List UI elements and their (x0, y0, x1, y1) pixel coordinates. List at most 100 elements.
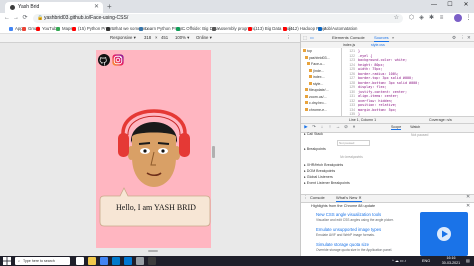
speech-text: Hello, I am YASH BRID (116, 203, 196, 212)
tab-more[interactable]: » (392, 34, 394, 41)
tab-console[interactable]: Console (350, 34, 365, 41)
file-tree-label: Face-u... (311, 62, 326, 66)
forward-icon[interactable]: → (12, 13, 20, 24)
drawer-tab-whats-new[interactable]: What's New ✕ (336, 194, 362, 202)
input-language[interactable]: ENG (422, 256, 430, 266)
bookmark-favicon-icon (106, 26, 110, 31)
folder-icon (305, 107, 308, 111)
bookmark-star-icon[interactable]: ☆ (394, 14, 399, 23)
resume-icon[interactable]: ▶ (303, 124, 309, 130)
whats-new-description: Override storage quota size in the Appli… (316, 248, 393, 252)
mail-icon[interactable] (136, 257, 144, 265)
file-tree-item[interactable]: top (303, 49, 312, 54)
taskbar-clock[interactable]: 16:16 30-03-2021 (436, 256, 466, 266)
file-tree-item[interactable]: fileupdate/... (305, 88, 329, 93)
close-window-button[interactable]: ✕ (458, 0, 474, 11)
drawer-close-icon[interactable]: ✕ (466, 194, 470, 201)
bookmark-favicon-icon (283, 26, 287, 31)
file-tree-item[interactable]: yashbrid03... (305, 56, 330, 61)
bookmark-item[interactable]: Job/Automatation (318, 24, 357, 33)
bookmark-favicon-icon (56, 26, 60, 31)
search-icon: ⌕ (18, 259, 21, 263)
height-input[interactable]: 451 (161, 34, 168, 42)
bookmark-item[interactable]: Maps (56, 24, 73, 33)
folder-icon (309, 68, 312, 72)
bookmark-label: Job/Automatation (324, 26, 358, 31)
profile-avatar[interactable] (454, 14, 462, 22)
devtools-close-icon[interactable]: ✕ (467, 34, 471, 41)
debugger-section-header[interactable]: ▸ Global Listeners (304, 175, 333, 181)
devtools-menu-icon[interactable]: ⋮ (460, 34, 465, 41)
debugger-section-header[interactable]: ▸ XHR/fetch Breakpoints (304, 163, 343, 169)
code-line[interactable]: margin-bottom: 5px; (358, 108, 397, 113)
no-breakpoints-note: No breakpoints (340, 155, 363, 159)
step-icon[interactable]: → (335, 124, 341, 130)
inspect-icon[interactable]: ⬚ (303, 34, 307, 41)
file-tree-item[interactable]: chrome-e... (305, 108, 327, 113)
debugger-section-header[interactable]: ▸ Breakpoints (304, 147, 326, 153)
throttle-select[interactable]: Online ▾ (196, 34, 212, 42)
step-into-icon[interactable]: ↓ (319, 124, 325, 130)
file-tree-item[interactable]: style... (309, 82, 323, 87)
step-over-icon[interactable]: ↷ (311, 124, 317, 130)
chrome-icon[interactable] (100, 257, 108, 265)
browser-tab[interactable]: Yash Brid ✕ (5, 2, 103, 13)
resize-handle-right[interactable] (212, 146, 215, 158)
extension-icon[interactable]: ◈ (417, 14, 426, 23)
debugger-section-header[interactable]: ▸ Event Listener Breakpoints (304, 181, 350, 187)
extensions-puzzle-icon[interactable]: ✱ (427, 14, 436, 23)
file-tree-label: zoom.us/... (309, 94, 327, 99)
settings-gear-icon[interactable]: ⚙ (452, 34, 456, 41)
windows-start-icon[interactable] (3, 257, 11, 265)
file-tree-item[interactable]: (inde... (309, 69, 324, 74)
tab-elements[interactable]: Elements (332, 34, 349, 41)
play-icon[interactable] (436, 226, 452, 242)
vscode-icon[interactable] (112, 257, 120, 265)
address-bar[interactable]: 🔒 yashbrid03.github.io/Face-using-CSS/ ☆ (33, 14, 403, 23)
new-tab-button[interactable]: + (107, 2, 112, 12)
drawer-tab-console[interactable]: Console (310, 194, 325, 201)
file-tree-item[interactable]: c.dny.bro... (305, 101, 327, 106)
reload-icon[interactable]: ⟳ (21, 13, 29, 24)
taskbar-search-input[interactable]: ⌕ Type here to search (15, 257, 70, 265)
debugger-section-header[interactable]: ▸ DOM Breakpoints (304, 169, 335, 175)
device-select[interactable]: Responsive ▾ (110, 34, 136, 42)
folder-icon (305, 88, 308, 92)
file-explorer-icon[interactable] (88, 257, 96, 265)
pause-exceptions-icon[interactable]: ⏸ (351, 124, 357, 130)
task-view-icon[interactable] (76, 257, 84, 265)
deactivate-breakpoints-icon[interactable]: ⊘ (343, 124, 349, 130)
tab-sources[interactable]: Sources (374, 34, 389, 42)
extension-icon[interactable]: ⬡ (407, 14, 416, 23)
minimize-button[interactable]: — (426, 0, 442, 11)
folder-icon (305, 101, 308, 105)
store-icon[interactable] (124, 257, 132, 265)
file-tree-item[interactable]: index... (309, 75, 325, 80)
device-options-icon[interactable]: ⋮ (286, 34, 290, 42)
file-tree-item[interactable]: zoom.us/... (305, 95, 327, 100)
file-tree-item[interactable]: Face-u... (307, 62, 325, 67)
device-toolbar: Responsive ▾ 318 × 451 100% ▾ Online ▾ ⋮ (0, 34, 300, 43)
close-tab-icon[interactable]: ✕ (94, 2, 99, 13)
zoom-select[interactable]: 100% ▾ (175, 34, 189, 42)
github-icon[interactable] (98, 54, 110, 66)
width-input[interactable]: 318 (144, 34, 151, 42)
tray-icons[interactable]: ^ ☁ ▭ ♪ (392, 256, 406, 266)
scope-watch-tabs: Scope Watch (391, 124, 420, 130)
maximize-button[interactable]: ☐ (442, 0, 458, 11)
terminal-icon[interactable] (148, 257, 156, 265)
debugger-section-header[interactable]: ▸ Call Stack (304, 132, 323, 138)
notifications-icon[interactable]: ▤ (466, 256, 470, 266)
back-icon[interactable]: ← (3, 13, 11, 24)
menu-kebab-icon[interactable]: ⋮ (464, 14, 473, 23)
step-out-icon[interactable]: ↑ (327, 124, 333, 130)
whats-new-close-icon[interactable]: ✕ (466, 203, 470, 209)
device-toggle-icon[interactable]: ▭ (310, 34, 314, 41)
resize-handle-bottom[interactable] (148, 250, 158, 252)
instagram-icon[interactable] (112, 54, 124, 66)
media-icon[interactable]: ≡ (437, 14, 446, 23)
drawer-menu-icon[interactable]: ⋮ (303, 194, 308, 201)
bookmark-favicon-icon (212, 26, 216, 31)
tab-watch[interactable]: Watch (410, 125, 420, 129)
tab-scope[interactable]: Scope (391, 125, 402, 130)
